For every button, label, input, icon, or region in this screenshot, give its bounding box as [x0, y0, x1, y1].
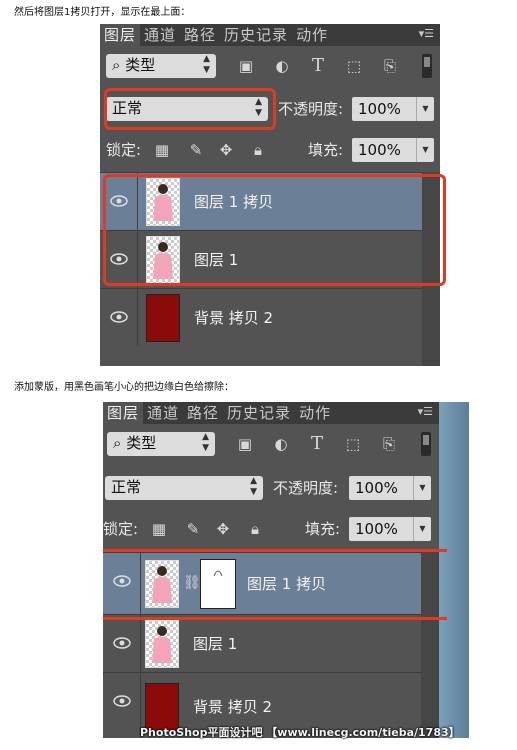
tab-actions[interactable]: 动作: [292, 24, 332, 46]
adjustment-filter-icon[interactable]: ◐: [272, 56, 292, 76]
highlight-line-bottom: [103, 617, 447, 620]
lock-transparent-icon[interactable]: ▦: [149, 519, 169, 539]
lock-transparent-icon[interactable]: ▦: [152, 140, 172, 160]
chevron-down-icon[interactable]: ▼: [413, 517, 431, 541]
panel-tabbar: 图层 通道 路径 历史记录 动作 ▾☰: [103, 402, 439, 424]
opacity-label: 不透明度:: [278, 100, 344, 118]
fill-label: 填充:: [308, 141, 344, 159]
lock-paint-icon[interactable]: ✎: [183, 519, 203, 539]
highlight-blend-mode: [104, 88, 276, 130]
dropdown-arrows-icon: ▲ ▼: [202, 432, 209, 453]
opacity-field[interactable]: 100% ▼: [352, 97, 434, 121]
layer-thumbnail: [145, 560, 179, 608]
caption-top: 然后将图层1拷贝打开，显示在最上面：: [14, 7, 191, 18]
layer-row[interactable]: 背景 拷贝 2: [100, 288, 422, 346]
tab-channels[interactable]: 通道: [143, 402, 183, 424]
type-filter-icon[interactable]: T: [307, 434, 327, 454]
lock-all-icon[interactable]: 🔒︎: [245, 519, 265, 539]
lock-paint-icon[interactable]: ✎: [186, 140, 206, 160]
lock-label: 锁定:: [103, 520, 139, 538]
image-filter-icon[interactable]: ▣: [235, 434, 255, 454]
panel-tabbar: 图层 通道 路径 历史记录 动作 ▾☰: [100, 24, 440, 46]
layer-name[interactable]: 背景 拷贝 2: [193, 697, 272, 717]
panel-menu-icon[interactable]: ▾☰: [419, 28, 434, 40]
caption-middle: 添加蒙版，用黑色画笔小心的把边缘白色给擦除：: [14, 382, 234, 393]
search-icon: ⌕: [112, 56, 121, 74]
tab-layers[interactable]: 图层: [103, 402, 144, 424]
tab-history[interactable]: 历史记录: [220, 24, 292, 46]
fill-field[interactable]: 100% ▼: [352, 138, 434, 162]
filter-kind-dropdown[interactable]: ⌕ 类型 ▲ ▼: [106, 54, 216, 78]
search-icon: ⌕: [113, 434, 122, 452]
filter-toggle[interactable]: [421, 432, 431, 456]
adjustment-filter-icon[interactable]: ◐: [271, 434, 291, 454]
chevron-down-icon[interactable]: ▼: [413, 476, 431, 500]
highlight-layers: [103, 174, 446, 286]
filter-toggle[interactable]: [422, 54, 432, 78]
tab-paths[interactable]: 路径: [180, 24, 220, 46]
dropdown-arrows-icon: ▲ ▼: [250, 476, 257, 497]
fill-field[interactable]: 100% ▼: [349, 517, 431, 541]
lock-position-icon[interactable]: ✥: [213, 519, 233, 539]
layer-thumbnail: [146, 294, 180, 342]
link-chain-icon[interactable]: ⛓: [183, 575, 201, 591]
tab-paths[interactable]: 路径: [183, 402, 223, 424]
tab-layers[interactable]: 图层: [100, 24, 141, 46]
layers-list: ⛓ 图层 1 拷贝 图层 1 背景 拷贝 2: [103, 552, 439, 738]
panel-menu-icon[interactable]: ▾☰: [418, 406, 433, 418]
type-filter-icon[interactable]: T: [308, 56, 328, 76]
chevron-down-icon[interactable]: ▼: [416, 138, 434, 162]
layer-thumbnail: [145, 620, 179, 668]
eye-icon[interactable]: [113, 575, 131, 587]
watermark: PhotoShop平面设计吧 【www.linecg.com/tieba/178…: [140, 726, 460, 739]
person-photo-icon: [152, 566, 172, 603]
image-filter-icon[interactable]: ▣: [236, 56, 256, 76]
eye-icon[interactable]: [110, 311, 128, 323]
layer-name[interactable]: 背景 拷贝 2: [194, 308, 273, 328]
eye-icon[interactable]: [113, 637, 131, 649]
tab-actions[interactable]: 动作: [295, 402, 335, 424]
eye-icon[interactable]: [113, 695, 131, 707]
layer-name[interactable]: 图层 1: [193, 634, 237, 654]
shape-filter-icon[interactable]: ⬚: [343, 434, 363, 454]
lock-position-icon[interactable]: ✥: [216, 140, 236, 160]
tab-history[interactable]: 历史记录: [223, 402, 295, 424]
chevron-down-icon[interactable]: ▼: [416, 97, 434, 121]
layer-mask-thumbnail[interactable]: [200, 559, 236, 609]
blend-mode-dropdown[interactable]: 正常 ▲ ▼: [105, 476, 263, 500]
lock-all-icon[interactable]: 🔒︎: [248, 140, 268, 160]
canvas-edge: [439, 402, 469, 738]
shape-filter-icon[interactable]: ⬚: [344, 56, 364, 76]
opacity-field[interactable]: 100% ▼: [349, 476, 431, 500]
scrollbar[interactable]: [421, 552, 439, 738]
highlight-line-top: [103, 549, 447, 552]
tab-channels[interactable]: 通道: [140, 24, 180, 46]
filter-kind-dropdown[interactable]: ⌕ 类型 ▲ ▼: [107, 432, 215, 456]
smart-object-filter-icon[interactable]: ⎘: [379, 434, 399, 454]
opacity-label: 不透明度:: [273, 479, 339, 497]
dropdown-arrows-icon: ▲ ▼: [203, 54, 210, 75]
fill-label: 填充:: [305, 520, 341, 538]
layers-panel-2: 图层 通道 路径 历史记录 动作 ▾☰ ⌕ 类型 ▲ ▼ ▣ ◐ T ⬚ ⎘ 正常…: [103, 402, 439, 738]
mask-outline-icon: [213, 570, 223, 577]
layer-row[interactable]: ⛓ 图层 1 拷贝: [103, 552, 421, 614]
layer-row[interactable]: 图层 1: [103, 614, 421, 672]
lock-label: 锁定:: [106, 141, 142, 159]
person-photo-icon: [152, 626, 172, 663]
smart-object-filter-icon[interactable]: ⎘: [380, 56, 400, 76]
layer-name[interactable]: 图层 1 拷贝: [247, 574, 326, 594]
